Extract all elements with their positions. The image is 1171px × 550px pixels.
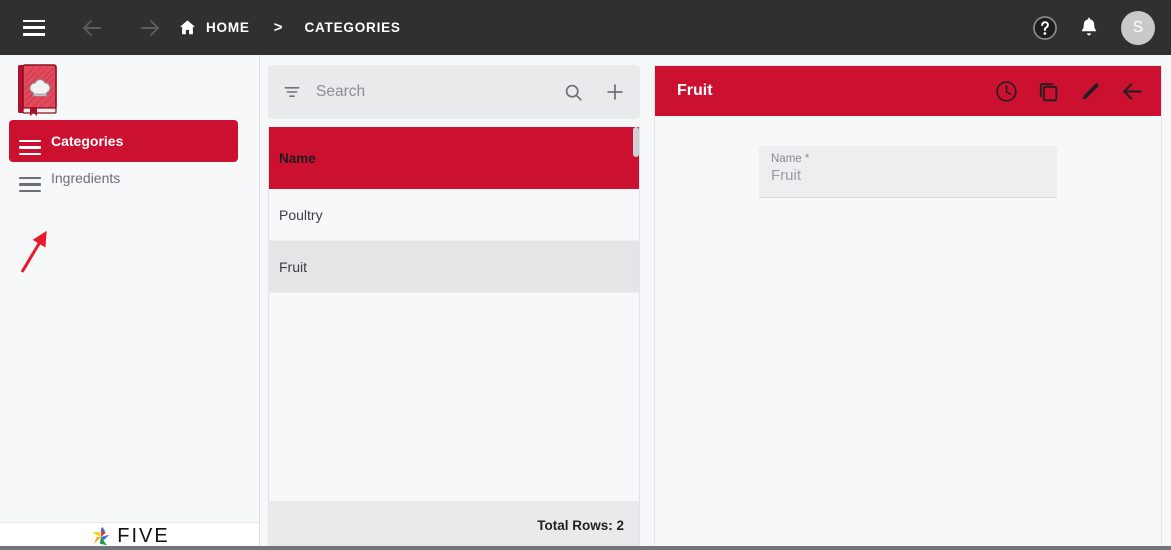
history-clock-icon xyxy=(995,80,1017,102)
nav-forward-button[interactable] xyxy=(128,6,172,50)
hamburger-menu-icon xyxy=(23,19,45,36)
breadcrumb-current-page: CATEGORIES xyxy=(304,20,401,35)
table-scrollbar[interactable] xyxy=(633,127,639,417)
name-field[interactable]: Name * Fruit xyxy=(759,146,1057,198)
table-row[interactable]: Poultry xyxy=(269,189,639,241)
main-menu-button[interactable] xyxy=(12,6,56,50)
table-row[interactable]: Fruit xyxy=(269,241,639,293)
five-pinwheel-logo: FIVE xyxy=(89,525,169,549)
breadcrumb: HOME > CATEGORIES xyxy=(178,18,401,37)
app-logo xyxy=(14,63,62,117)
back-arrow-icon xyxy=(1122,82,1142,100)
help-circle-icon xyxy=(1033,15,1057,40)
record-detail-panel: Fruit Name * Fruit xyxy=(654,65,1162,550)
detail-form: Name * Fruit xyxy=(655,116,1161,198)
copy-icon xyxy=(1039,82,1057,101)
notifications-button[interactable] xyxy=(1067,6,1111,50)
user-avatar[interactable]: S xyxy=(1121,10,1155,45)
column-header-name[interactable]: Name xyxy=(279,151,316,166)
arrow-right-icon xyxy=(141,19,159,36)
table-empty-space xyxy=(269,293,639,490)
plus-icon xyxy=(607,84,623,100)
help-button[interactable] xyxy=(1023,6,1067,50)
bell-icon xyxy=(1081,17,1097,35)
arrow-left-icon xyxy=(83,19,101,36)
cell-name: Fruit xyxy=(279,258,307,275)
sidebar-item-label: Ingredients xyxy=(51,170,121,186)
history-button[interactable] xyxy=(991,76,1021,106)
search-input[interactable] xyxy=(316,83,563,101)
brand-name: FIVE xyxy=(117,525,170,547)
breadcrumb-home-link[interactable]: HOME xyxy=(206,20,250,35)
filter-icon[interactable] xyxy=(282,82,302,102)
close-detail-button[interactable] xyxy=(1117,76,1147,106)
app-window: HOME > CATEGORIES S Categories Ingredien… xyxy=(0,0,1171,550)
home-icon xyxy=(178,18,197,37)
categories-list-panel: Name Poultry Fruit Total Rows: 2 xyxy=(268,65,640,550)
sidebar: Categories Ingredients FIVE xyxy=(0,55,260,550)
cell-name: Poultry xyxy=(279,206,323,223)
name-field-value: Fruit xyxy=(771,167,801,184)
detail-title: Fruit xyxy=(677,82,713,99)
hamburger-menu-icon xyxy=(9,139,51,156)
add-new-record-button[interactable] xyxy=(604,81,626,103)
sidebar-item-ingredients[interactable]: Ingredients xyxy=(9,157,238,199)
table-footer: Total Rows: 2 xyxy=(269,501,639,549)
window-bottom-strip xyxy=(0,546,1171,550)
edit-pencil-icon xyxy=(1082,82,1099,99)
sidebar-item-categories[interactable]: Categories xyxy=(9,120,238,162)
edit-button[interactable] xyxy=(1075,76,1105,106)
breadcrumb-separator: > xyxy=(273,19,283,36)
search-icon[interactable] xyxy=(563,82,584,103)
top-navigation-bar: HOME > CATEGORIES S xyxy=(0,0,1171,55)
topbar-actions: S xyxy=(1023,6,1171,50)
detail-header-actions xyxy=(991,76,1147,106)
hamburger-menu-icon xyxy=(9,176,51,193)
table-header-row: Name xyxy=(269,127,639,189)
name-field-label: Name * xyxy=(771,153,810,165)
sidebar-item-label: Categories xyxy=(51,133,124,149)
duplicate-button[interactable] xyxy=(1033,76,1063,106)
detail-header: Fruit xyxy=(655,66,1161,116)
total-rows-label: Total Rows: 2 xyxy=(537,517,624,533)
scrollbar-thumb[interactable] xyxy=(633,127,639,157)
avatar-initial: S xyxy=(1132,18,1144,36)
recipe-book-icon xyxy=(18,64,57,116)
search-bar xyxy=(268,65,640,119)
red-annotation-arrow xyxy=(20,230,47,273)
categories-table: Name Poultry Fruit Total Rows: 2 xyxy=(268,127,640,550)
nav-back-button[interactable] xyxy=(70,6,114,50)
